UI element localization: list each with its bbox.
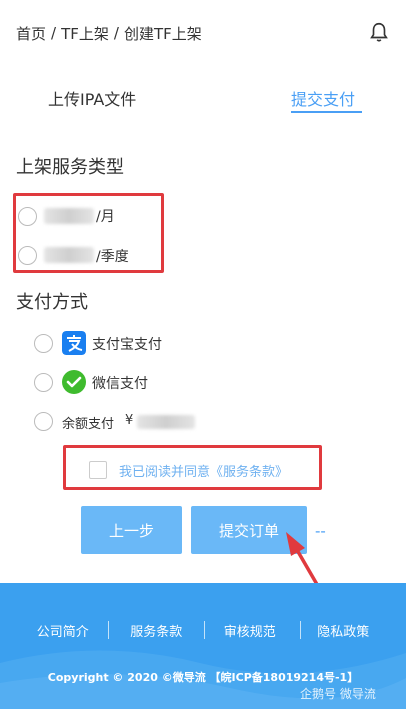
footer-link-about[interactable]: 公司简介: [37, 621, 89, 640]
payment-method-title: 支付方式: [16, 292, 88, 313]
page: 首页 / TF上架 / 创建TF上架 上传IPA文件 提交支付 上架服务类型 /…: [0, 0, 406, 709]
footer-link-terms[interactable]: 服务条款: [130, 621, 182, 640]
blurred-balance: [137, 415, 195, 429]
payment-balance-radio[interactable]: [34, 412, 53, 431]
service-option-monthly-label: /月: [96, 209, 115, 225]
payment-wechat-radio[interactable]: [34, 373, 53, 392]
alipay-icon: [62, 331, 86, 355]
submit-order-button[interactable]: 提交订单: [191, 506, 307, 554]
step-tabs: 上传IPA文件 提交支付: [0, 66, 406, 128]
service-option-quarterly-label: /季度: [96, 249, 129, 265]
payment-alipay-radio[interactable]: [34, 334, 53, 353]
footer-link-review[interactable]: 审核规范: [224, 621, 276, 640]
blurred-price: [44, 247, 94, 263]
service-type-title: 上架服务类型: [16, 157, 124, 178]
payment-balance-label[interactable]: 余额支付: [62, 413, 114, 432]
copyright-text: Copyright © 2020 ©微导流 【皖ICP备18019214号-1】: [47, 671, 359, 684]
payment-alipay-label[interactable]: 支付宝支付: [92, 334, 162, 354]
service-option-monthly-radio[interactable]: [18, 207, 37, 226]
header: 首页 / TF上架 / 创建TF上架: [0, 0, 406, 66]
footer-links: 公司简介 服务条款 审核规范 隐私政策: [0, 621, 406, 640]
agreement-text[interactable]: 我已阅读并同意《服务条款》: [119, 461, 288, 480]
balance-currency: ¥: [125, 413, 134, 428]
footer-divider: [108, 621, 109, 639]
tab-upload-ipa[interactable]: 上传IPA文件: [48, 86, 136, 110]
tab-submit-payment[interactable]: 提交支付: [291, 86, 355, 110]
wechat-icon: [62, 370, 86, 394]
bell-icon[interactable]: [368, 20, 390, 44]
agreement-checkbox[interactable]: [89, 461, 107, 479]
footer-divider: [204, 621, 205, 639]
breadcrumb-current: 创建TF上架: [123, 24, 202, 43]
prev-step-button[interactable]: 上一步: [81, 506, 182, 554]
active-tab-indicator: [291, 111, 362, 113]
dash-text: --: [315, 522, 326, 540]
service-option-quarterly-radio[interactable]: [18, 246, 37, 265]
blurred-price: [44, 208, 94, 224]
breadcrumb-separator: /: [113, 24, 119, 42]
breadcrumb-home[interactable]: 首页: [16, 23, 46, 44]
footer-divider: [300, 621, 301, 639]
footer-link-privacy[interactable]: 隐私政策: [317, 621, 369, 640]
breadcrumb-separator: /: [51, 24, 57, 42]
watermark-text: 企鹅号 微导流: [300, 687, 376, 701]
payment-wechat-label[interactable]: 微信支付: [92, 373, 148, 393]
footer: 公司简介 服务条款 审核规范 隐私政策 Copyright © 2020 ©微导…: [0, 583, 406, 709]
breadcrumb-tf[interactable]: TF上架: [61, 23, 109, 44]
